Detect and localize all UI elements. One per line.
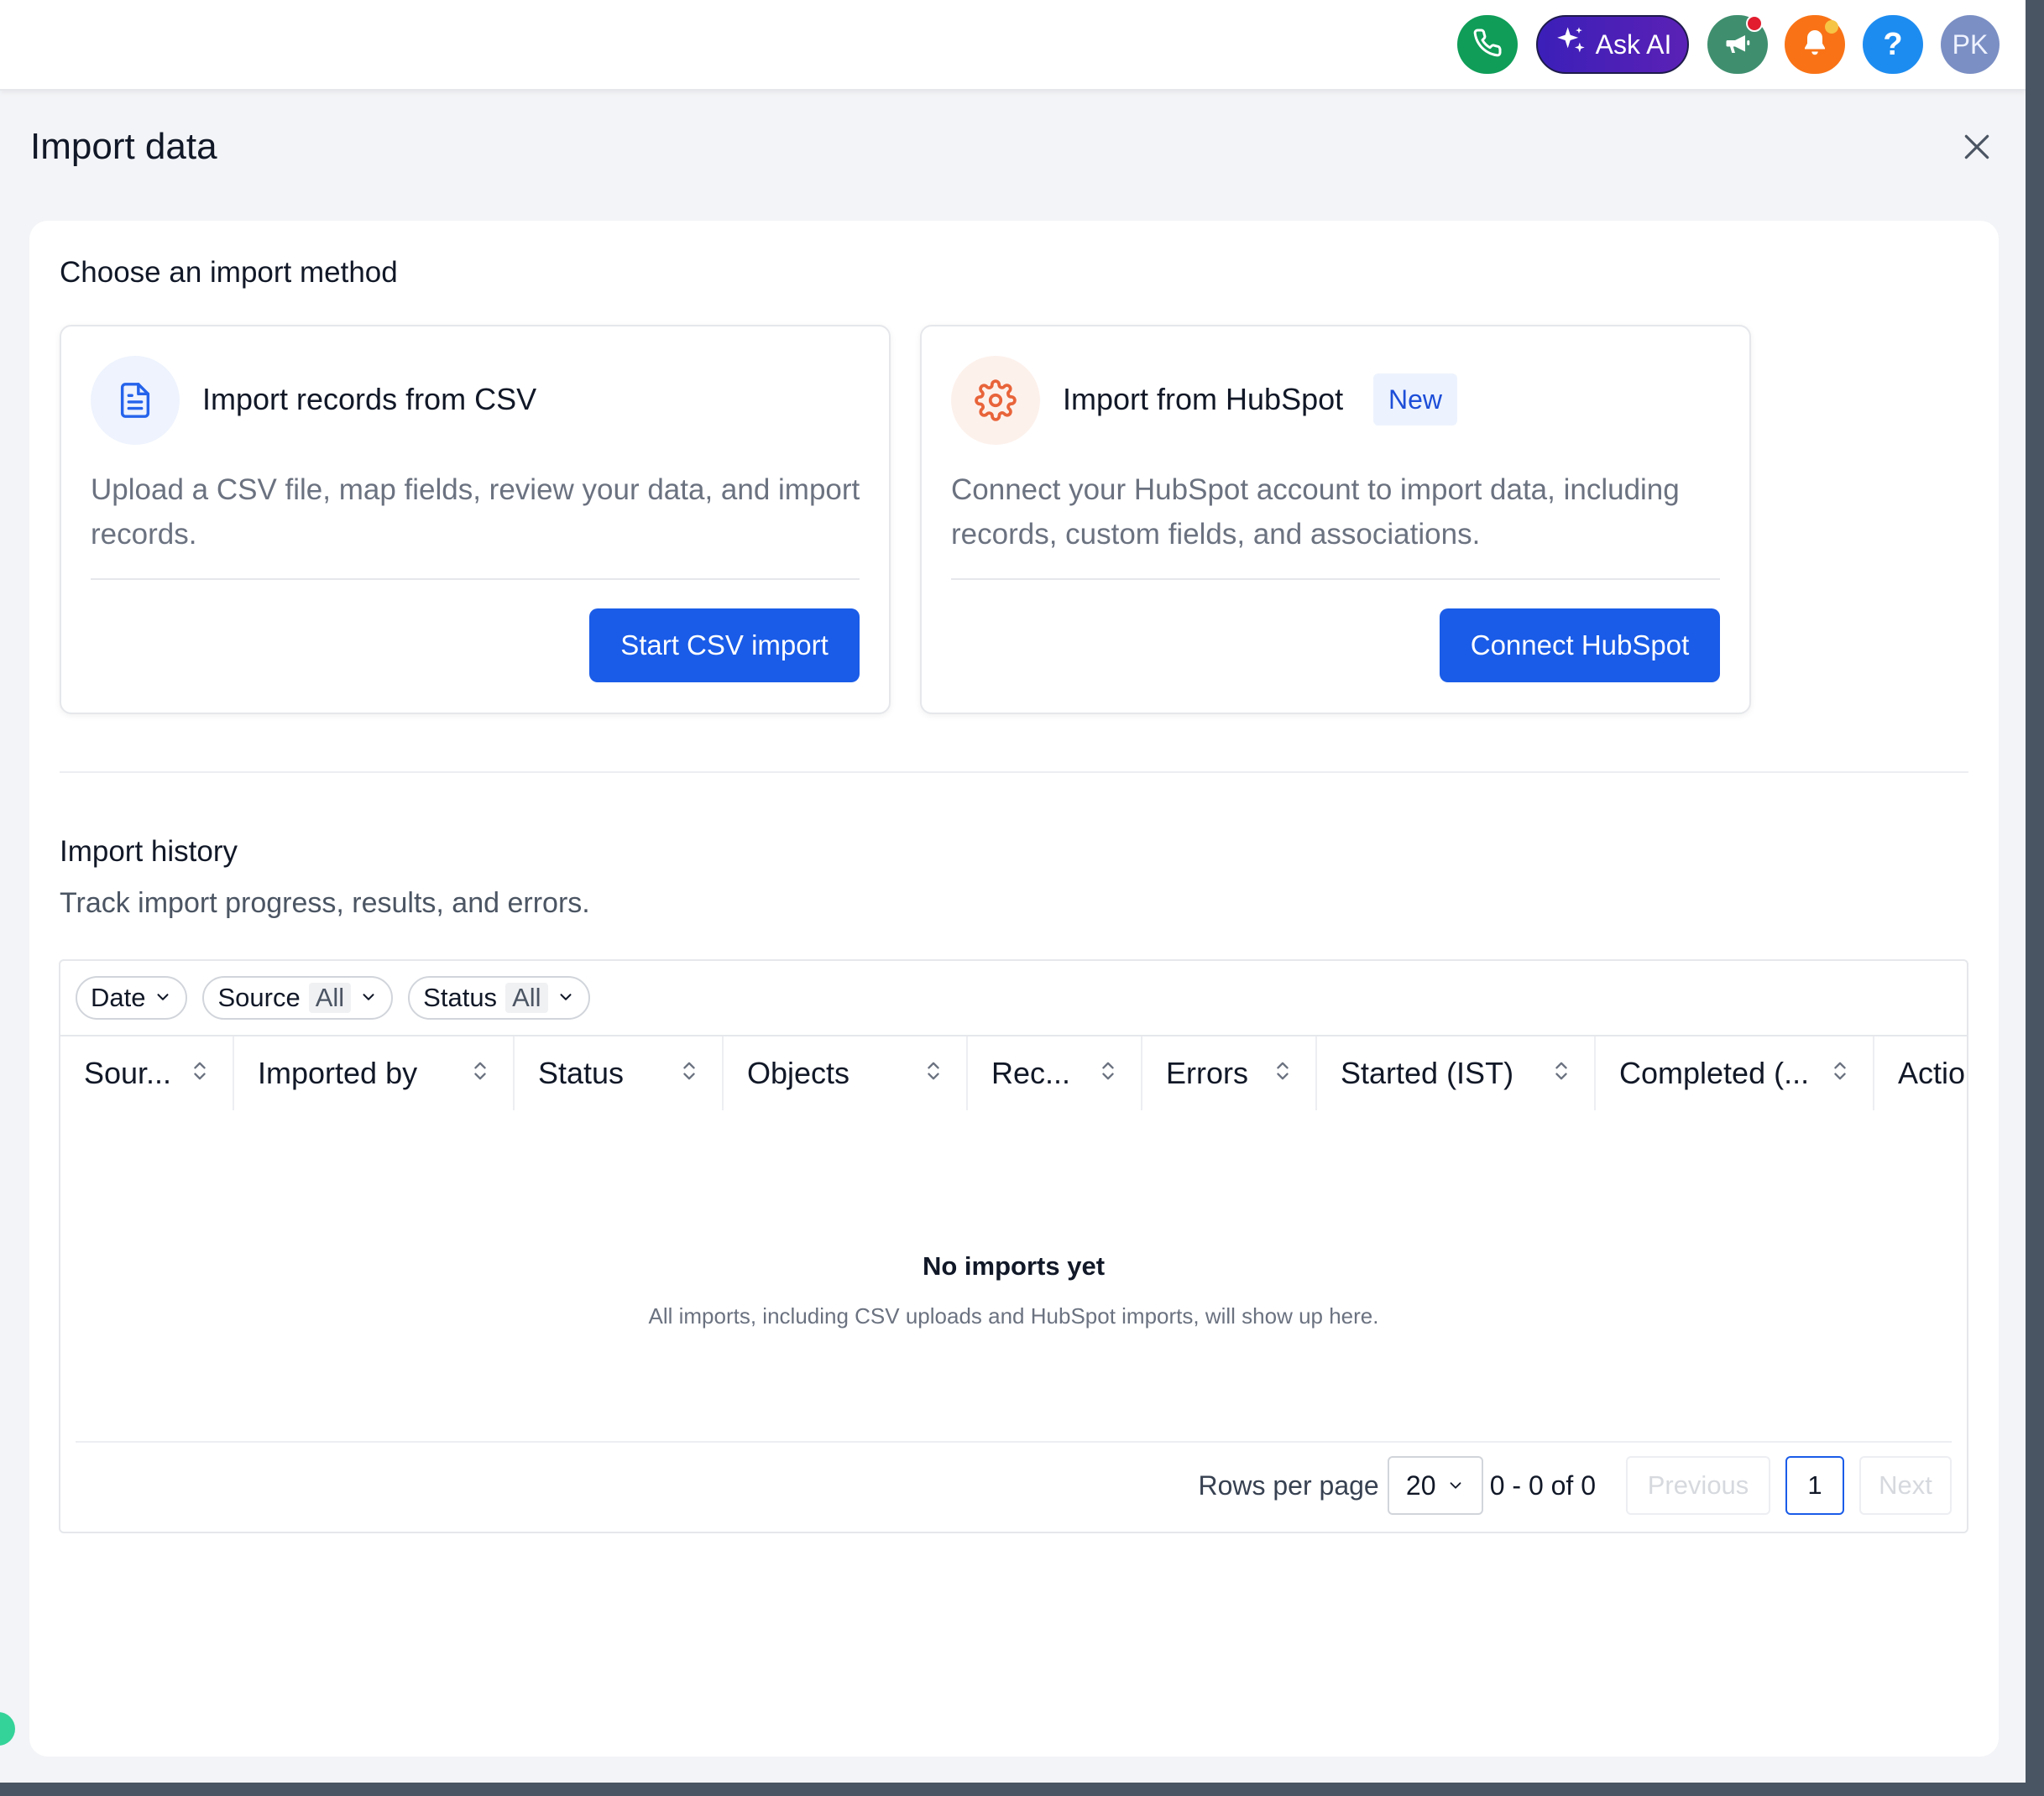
card-divider	[91, 578, 860, 580]
rows-per-page-value: 20	[1405, 1470, 1436, 1501]
filter-label: Source	[217, 983, 301, 1012]
sort-icon	[191, 1056, 209, 1091]
filter-bar: Date Source All Status All	[76, 976, 590, 1020]
help-icon: ?	[1883, 26, 1903, 62]
filter-label: Status	[423, 983, 498, 1012]
hubspot-card-description: Connect your HubSpot account to import d…	[951, 473, 1680, 551]
filter-value: All	[308, 983, 352, 1013]
empty-state-title: No imports yet	[922, 1251, 1106, 1281]
import-panel: Choose an import method Import records f…	[29, 221, 1999, 1757]
column-label: Actio	[1898, 1056, 1966, 1090]
rows-per-page-select[interactable]: 20	[1387, 1456, 1483, 1515]
ask-ai-button[interactable]: Ask AI	[1536, 15, 1689, 74]
column-records[interactable]: Rec...	[968, 1036, 1142, 1110]
notifications-button[interactable]	[1785, 15, 1845, 74]
import-method-title: Choose an import method	[60, 256, 398, 289]
new-badge: New	[1373, 373, 1458, 426]
column-label: Objects	[747, 1056, 850, 1090]
date-filter[interactable]: Date	[76, 976, 188, 1020]
chevron-down-icon	[359, 983, 378, 1013]
document-icon	[91, 356, 180, 445]
column-objects[interactable]: Objects	[724, 1036, 968, 1110]
status-indicator-dot	[0, 1712, 15, 1746]
bell-icon	[1800, 28, 1830, 62]
import-history-subtitle: Track import progress, results, and erro…	[60, 887, 590, 919]
column-label: Imported by	[258, 1056, 418, 1090]
sort-icon	[1552, 1056, 1571, 1091]
csv-import-card: Import records from CSV Upload a CSV fil…	[60, 325, 891, 714]
notification-dot	[1825, 20, 1838, 34]
column-label: Started (IST)	[1341, 1056, 1514, 1090]
page-1-button[interactable]: 1	[1785, 1456, 1844, 1515]
pagination: Rows per page 20 0 - 0 of 0 Previous 1 N…	[1198, 1456, 1952, 1515]
ask-ai-label: Ask AI	[1595, 29, 1672, 60]
close-icon	[1961, 131, 1993, 167]
top-bar: Ask AI ? PK	[0, 0, 2026, 91]
hubspot-card-title: Import from HubSpot	[1063, 382, 1344, 416]
rows-per-page-label: Rows per page	[1198, 1470, 1379, 1501]
phone-icon	[1472, 28, 1503, 62]
card-divider	[951, 578, 1720, 580]
connect-hubspot-button[interactable]: Connect HubSpot	[1440, 608, 1720, 682]
column-errors[interactable]: Errors	[1142, 1036, 1317, 1110]
table-header: Sour... Imported by Status Objects Rec..…	[60, 1035, 1967, 1110]
previous-page-button[interactable]: Previous	[1626, 1456, 1770, 1515]
sort-icon	[680, 1056, 698, 1091]
table-footer-divider	[76, 1441, 1952, 1443]
column-label: Errors	[1166, 1056, 1248, 1090]
chevron-down-icon	[557, 983, 575, 1013]
import-history-table: Date Source All Status All Sour... Impor…	[59, 959, 1968, 1533]
sort-icon	[471, 1056, 489, 1091]
sort-icon	[1099, 1056, 1117, 1091]
column-actions[interactable]: Actio	[1874, 1036, 1967, 1110]
next-page-button[interactable]: Next	[1859, 1456, 1952, 1515]
section-divider	[60, 771, 1968, 773]
column-label: Rec...	[991, 1056, 1071, 1090]
column-status[interactable]: Status	[515, 1036, 724, 1110]
app-window: Ask AI ? PK Import data Choose an import	[0, 0, 2026, 1783]
sparkle-icon	[1554, 24, 1587, 65]
import-history-title: Import history	[60, 835, 238, 868]
announcements-button[interactable]	[1707, 15, 1768, 74]
sort-icon	[1831, 1056, 1849, 1091]
pagination-range: 0 - 0 of 0	[1489, 1470, 1596, 1501]
column-label: Status	[538, 1056, 625, 1090]
chevron-down-icon	[1446, 1470, 1465, 1501]
column-started[interactable]: Started (IST)	[1317, 1036, 1596, 1110]
gear-icon	[951, 356, 1040, 445]
column-label: Completed (...	[1619, 1056, 1810, 1090]
page-title: Import data	[30, 126, 217, 167]
filter-value: All	[505, 983, 548, 1013]
column-imported-by[interactable]: Imported by	[234, 1036, 515, 1110]
hubspot-import-card: Import from HubSpot New Connect your Hub…	[920, 325, 1751, 714]
phone-button[interactable]	[1457, 15, 1518, 74]
sort-icon	[1273, 1056, 1292, 1091]
avatar-initials: PK	[1952, 29, 1989, 60]
chevron-down-icon	[154, 983, 172, 1013]
source-filter[interactable]: Source All	[202, 976, 394, 1020]
start-csv-import-button[interactable]: Start CSV import	[589, 608, 860, 682]
close-button[interactable]	[1956, 128, 1998, 170]
csv-card-description: Upload a CSV file, map fields, review yo…	[91, 473, 860, 551]
column-completed[interactable]: Completed (...	[1596, 1036, 1874, 1110]
csv-card-title: Import records from CSV	[202, 382, 537, 416]
filter-label: Date	[91, 983, 146, 1012]
sort-icon	[924, 1056, 943, 1091]
user-avatar[interactable]: PK	[1941, 15, 2000, 74]
column-source[interactable]: Sour...	[60, 1036, 234, 1110]
empty-state-subtitle: All imports, including CSV uploads and H…	[648, 1303, 1379, 1329]
help-button[interactable]: ?	[1863, 15, 1923, 74]
notification-dot	[1746, 15, 1763, 32]
column-label: Sour...	[84, 1056, 172, 1090]
megaphone-icon	[1723, 28, 1753, 62]
empty-state: No imports yet All imports, including CS…	[60, 1251, 1967, 1329]
status-filter[interactable]: Status All	[408, 976, 590, 1020]
